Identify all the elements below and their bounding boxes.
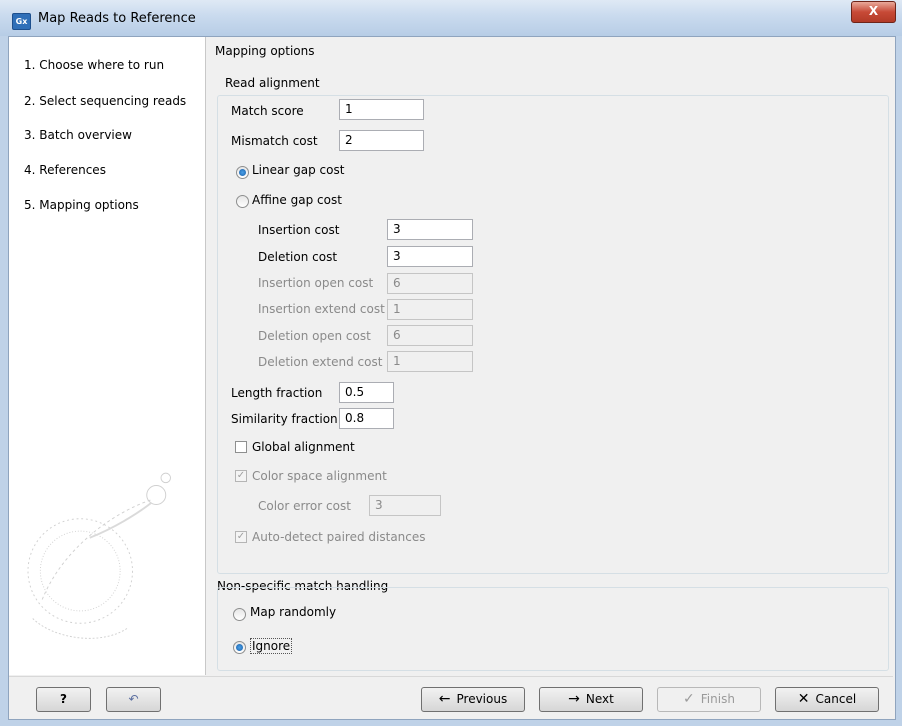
- help-button[interactable]: ?: [36, 687, 91, 712]
- linear-gap-label[interactable]: Linear gap cost: [252, 163, 344, 177]
- nonspecific-group: [217, 587, 889, 671]
- color-space-checkbox: ✓: [235, 470, 247, 482]
- step-references[interactable]: 4. References: [24, 163, 106, 177]
- global-alignment-label[interactable]: Global alignment: [252, 440, 355, 454]
- checkmark-icon: ✓: [683, 691, 695, 707]
- color-space-label: Color space alignment: [252, 469, 387, 483]
- window-title: Map Reads to Reference: [38, 11, 196, 26]
- length-fraction-label: Length fraction: [231, 386, 323, 400]
- previous-label: Previous: [456, 692, 508, 706]
- dialog-window: Gx Map Reads to Reference X 1. Choose wh…: [0, 0, 902, 726]
- color-error-cost-label: Color error cost: [258, 499, 351, 513]
- page-heading: Mapping options: [215, 44, 315, 58]
- restore-defaults-button[interactable]: ↶: [106, 687, 161, 712]
- deletion-extend-cost-label: Deletion extend cost: [258, 355, 383, 369]
- deletion-open-cost-label: Deletion open cost: [258, 329, 371, 343]
- close-icon: X: [868, 4, 879, 18]
- dna-spiral-logo: [27, 472, 171, 639]
- insertion-open-cost-label: Insertion open cost: [258, 276, 374, 290]
- finish-label: Finish: [700, 692, 735, 706]
- deletion-cost-label: Deletion cost: [258, 250, 338, 264]
- app-icon: Gx: [12, 13, 31, 30]
- color-error-cost-input: 3: [369, 495, 441, 516]
- match-score-input[interactable]: 1: [339, 99, 424, 120]
- ignore-label[interactable]: Ignore: [250, 638, 293, 654]
- wizard-steps-panel: 1. Choose where to run 2. Select sequenc…: [9, 37, 206, 675]
- step-mapping-options[interactable]: 5. Mapping options: [24, 198, 139, 212]
- close-button[interactable]: X: [851, 1, 896, 23]
- global-alignment-checkbox[interactable]: [235, 441, 247, 453]
- next-button[interactable]: → Next: [539, 687, 643, 712]
- deletion-open-cost-input: 6: [387, 325, 473, 346]
- auto-detect-paired-checkbox: ✓: [235, 531, 247, 543]
- insertion-extend-cost-label: Insertion extend cost: [258, 302, 385, 316]
- finish-button: ✓ Finish: [657, 687, 761, 712]
- step-choose-where-to-run[interactable]: 1. Choose where to run: [24, 58, 164, 72]
- similarity-fraction-label: Similarity fraction: [231, 412, 338, 426]
- auto-detect-paired-label: Auto-detect paired distances: [252, 530, 426, 544]
- deletion-cost-input[interactable]: 3: [387, 246, 473, 267]
- read-alignment-title: Read alignment: [225, 76, 320, 90]
- insertion-cost-input[interactable]: 3: [387, 219, 473, 240]
- ignore-radio[interactable]: [233, 641, 246, 654]
- step-select-sequencing-reads[interactable]: 2. Select sequencing reads: [24, 94, 186, 108]
- cancel-button[interactable]: ✕ Cancel: [775, 687, 879, 712]
- button-bar: ? ↶ ← Previous → Next ✓ Finish ✕ Cancel: [9, 676, 893, 718]
- similarity-fraction-input[interactable]: 0.8: [339, 408, 394, 429]
- arrow-left-icon: ←: [438, 691, 451, 707]
- insertion-open-cost-input: 6: [387, 273, 473, 294]
- previous-button[interactable]: ← Previous: [421, 687, 525, 712]
- arrow-right-icon: →: [568, 691, 580, 707]
- map-randomly-label[interactable]: Map randomly: [250, 605, 336, 619]
- x-icon: ✕: [797, 691, 810, 707]
- affine-gap-radio[interactable]: [236, 195, 249, 208]
- reset-arrow-icon: ↶: [128, 692, 139, 706]
- cancel-label: Cancel: [815, 692, 857, 706]
- insertion-cost-label: Insertion cost: [258, 223, 340, 237]
- match-score-label: Match score: [231, 104, 304, 118]
- mapping-options-panel: Mapping options Read alignment Match sco…: [207, 37, 893, 675]
- help-icon: ?: [60, 692, 67, 706]
- deletion-extend-cost-input: 1: [387, 351, 473, 372]
- step-batch-overview[interactable]: 3. Batch overview: [24, 128, 132, 142]
- map-randomly-radio[interactable]: [233, 608, 246, 621]
- length-fraction-input[interactable]: 0.5: [339, 382, 394, 403]
- title-bar: Gx Map Reads to Reference X: [0, 0, 902, 36]
- linear-gap-radio[interactable]: [236, 166, 249, 179]
- insertion-extend-cost-input: 1: [387, 299, 473, 320]
- mismatch-cost-input[interactable]: 2: [339, 130, 424, 151]
- affine-gap-label[interactable]: Affine gap cost: [252, 193, 342, 207]
- next-label: Next: [585, 692, 614, 706]
- mismatch-cost-label: Mismatch cost: [231, 134, 318, 148]
